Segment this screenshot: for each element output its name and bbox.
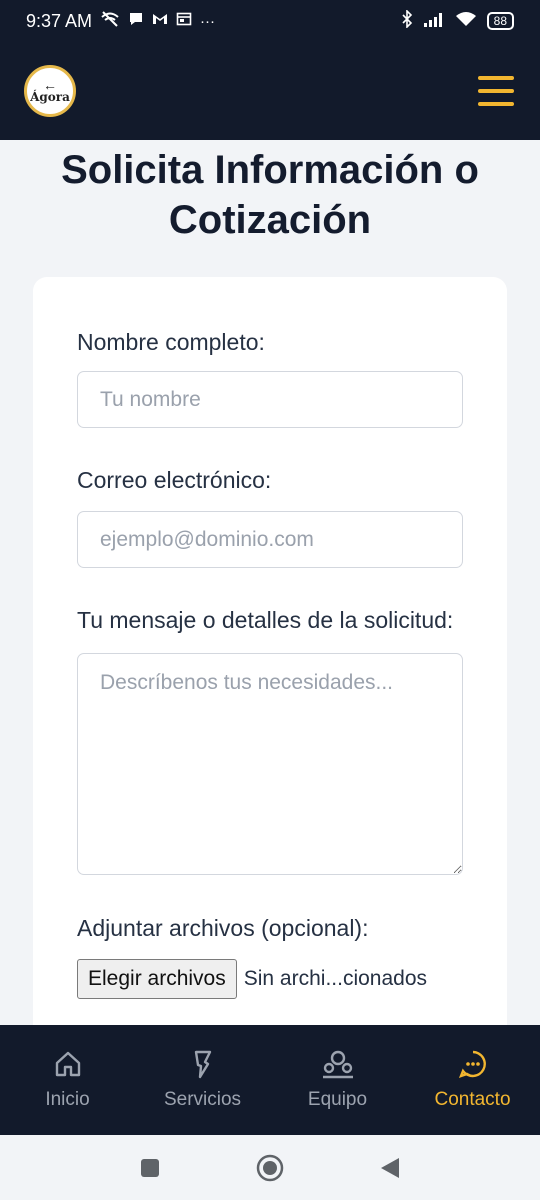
nav-label-equipo: Equipo: [307, 1089, 368, 1110]
home-circle-icon[interactable]: [256, 1154, 284, 1182]
name-field[interactable]: [77, 371, 463, 428]
message-label: Tu mensaje o detalles de la solicitud:: [77, 607, 454, 633]
nav-contacto[interactable]: Contacto: [414, 1047, 532, 1111]
file-input: Elegir archivos Sin archi...cionados: [77, 959, 463, 999]
team-icon: [320, 1047, 356, 1081]
nav-label-contacto: Contacto: [434, 1089, 511, 1110]
wifi-icon: [455, 11, 477, 31]
name-label: Nombre completo:: [77, 329, 265, 355]
nav-inicio[interactable]: Inicio: [9, 1047, 127, 1111]
back-icon[interactable]: [379, 1156, 401, 1180]
agora-logo[interactable]: ← Ágora: [24, 65, 76, 117]
menu-line: [478, 76, 514, 80]
calendar-icon: [176, 11, 192, 31]
battery-indicator: 88: [486, 12, 514, 30]
nav-equipo[interactable]: Equipo: [279, 1047, 397, 1111]
status-time: 9:37 AM: [26, 10, 93, 31]
arrow-left-icon: ←: [43, 76, 57, 93]
chat-bubble-icon: [458, 1047, 488, 1081]
status-right: 88: [401, 9, 514, 32]
hamburger-menu-icon[interactable]: [478, 76, 514, 106]
page-title: Solicita Información o Cotización: [61, 148, 479, 242]
recents-icon[interactable]: [139, 1157, 161, 1179]
logo-text: Ágora: [30, 89, 70, 104]
choose-files-button[interactable]: Elegir archivos: [77, 959, 237, 999]
wifi-off-icon: [100, 11, 120, 31]
email-field[interactable]: [77, 511, 463, 568]
services-icon: [188, 1047, 218, 1081]
more-icon: ···: [200, 12, 216, 30]
home-icon: [53, 1047, 83, 1081]
status-bar: 9:37 AM ··· 88: [0, 0, 540, 42]
gmail-icon: [152, 12, 168, 30]
bottom-nav: Inicio Servicios Equipo Contacto: [0, 1025, 540, 1135]
menu-line: [478, 89, 514, 93]
nav-label-servicios: Servicios: [163, 1089, 242, 1110]
main-content: Solicita Información o Cotización Nombre…: [0, 140, 540, 1025]
email-label: Correo electrónico:: [77, 467, 272, 493]
app-header: ← Ágora: [0, 42, 540, 140]
bluetooth-icon: [401, 9, 413, 32]
nav-label-inicio: Inicio: [45, 1089, 90, 1110]
message-field[interactable]: [77, 653, 463, 875]
status-left: 9:37 AM ···: [26, 11, 215, 32]
system-nav-bar: [0, 1135, 540, 1200]
contact-form: Nombre completo: Correo electrónico: Tu …: [33, 277, 507, 1025]
file-status: Sin archi...cionados: [243, 967, 428, 990]
nav-servicios[interactable]: Servicios: [144, 1047, 262, 1111]
menu-line: [478, 102, 514, 106]
chat-icon: [128, 11, 144, 31]
attach-label: Adjuntar archivos (opcional):: [77, 915, 369, 941]
signal-icon: [423, 11, 445, 31]
